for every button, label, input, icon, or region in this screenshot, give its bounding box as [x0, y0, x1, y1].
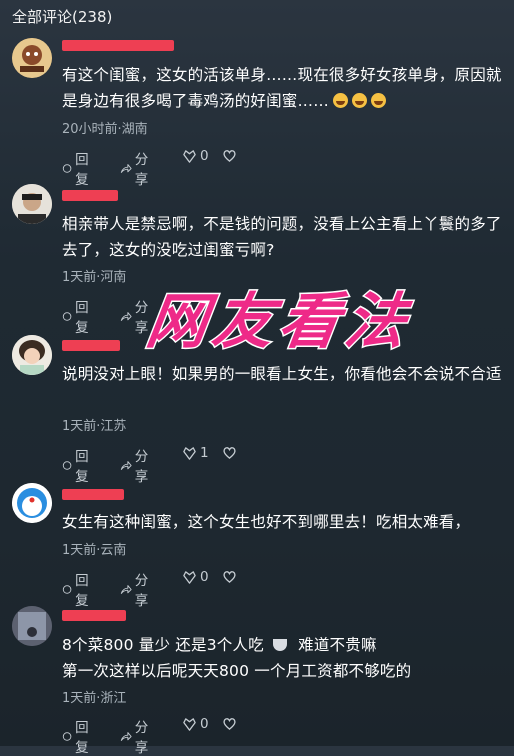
comment-meta: 1天前·云南	[62, 543, 127, 558]
avatar[interactable]	[12, 483, 52, 523]
username-redacted	[62, 340, 120, 351]
comment-meta: 1天前·江苏	[62, 419, 127, 434]
food-emoji-icon	[273, 639, 288, 651]
reply-icon	[62, 163, 72, 173]
laugh-emoji-icon	[332, 93, 348, 108]
like-button[interactable]: 0	[182, 569, 209, 585]
comment-meta: 20小时前·湖南	[62, 122, 148, 137]
comment-text: 8个菜800 量少 还是3个人吃 难道不贵嘛 第一次这样以后呢天天800 一个月…	[62, 636, 412, 680]
share-button[interactable]: 分享	[120, 716, 154, 756]
laugh-emoji-icon	[370, 93, 386, 108]
dislike-heart-icon	[223, 718, 236, 730]
like-button[interactable]: 0	[182, 716, 209, 732]
reply-icon	[62, 731, 72, 741]
username-redacted	[62, 40, 174, 51]
like-icon	[183, 149, 196, 163]
comment-text: 相亲带人是禁忌啊，不是钱的问题，没看上公主看上丫鬟的多了去了，这女的没吃过闺蜜亏…	[62, 215, 502, 259]
reply-icon	[62, 584, 72, 594]
overlay-title: 网友看法	[141, 286, 418, 359]
share-button[interactable]: 分享	[120, 148, 154, 188]
dislike-heart-icon	[223, 150, 236, 162]
dislike-button[interactable]	[222, 148, 237, 163]
username-redacted	[62, 610, 126, 621]
dislike-button[interactable]	[222, 445, 237, 460]
share-icon	[120, 163, 132, 173]
reply-button[interactable]: 回复	[62, 569, 94, 609]
comment-meta: 1天前·浙江	[62, 691, 127, 706]
dislike-button[interactable]	[222, 569, 237, 584]
comments-header: 全部评论(238)	[12, 8, 113, 26]
avatar[interactable]	[12, 606, 52, 646]
avatar[interactable]	[12, 38, 52, 78]
dislike-button[interactable]	[222, 716, 237, 731]
share-icon	[120, 311, 132, 321]
reply-icon	[62, 460, 72, 470]
share-button[interactable]: 分享	[120, 569, 154, 609]
like-icon	[183, 446, 196, 460]
reply-icon	[62, 311, 72, 321]
share-icon	[120, 584, 132, 594]
laugh-emoji-icon	[351, 93, 367, 108]
username-redacted	[62, 489, 124, 500]
reply-button[interactable]: 回复	[62, 148, 94, 188]
like-icon	[183, 717, 196, 731]
share-icon	[120, 731, 132, 741]
comment-meta: 1天前·河南	[62, 270, 127, 285]
reply-button[interactable]: 回复	[62, 716, 94, 756]
share-button[interactable]: 分享	[120, 445, 154, 485]
comment-text: 有这个闺蜜，这女的活该单身……现在很多好女孩单身，原因就是身边有很多喝了毒鸡汤的…	[62, 66, 502, 110]
comment-text: 女生有这种闺蜜，这个女生也好不到哪里去！吃相太难看，	[62, 513, 471, 531]
username-redacted	[62, 190, 118, 201]
like-button[interactable]: 0	[182, 148, 209, 164]
share-icon	[120, 460, 132, 470]
dislike-heart-icon	[223, 447, 236, 459]
avatar[interactable]	[12, 184, 52, 224]
comment-text: 说明没对上眼！如果男的一眼看上女生，你看他会不会说不合适	[62, 365, 502, 383]
like-button[interactable]: 1	[182, 445, 209, 461]
dislike-heart-icon	[223, 571, 236, 583]
reply-button[interactable]: 回复	[62, 445, 94, 485]
like-icon	[183, 570, 196, 584]
reply-button[interactable]: 回复	[62, 296, 94, 336]
avatar[interactable]	[12, 335, 52, 375]
